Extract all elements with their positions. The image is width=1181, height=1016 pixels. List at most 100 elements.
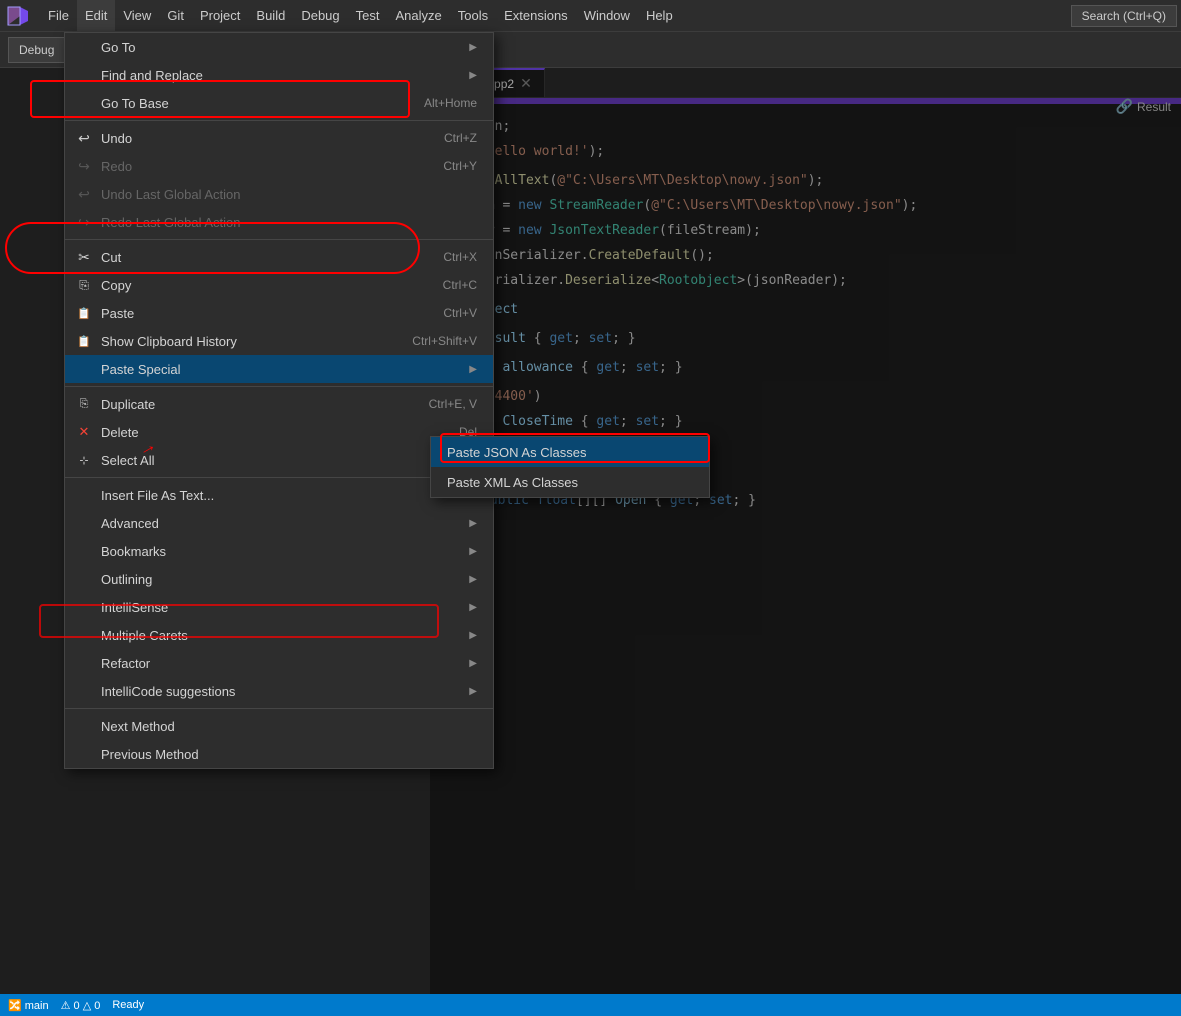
menu-multiple-carets[interactable]: Multiple Carets ▶ [65,621,493,649]
goto-icon [75,38,93,56]
menu-undo[interactable]: ↩ Undo Ctrl+Z [65,124,493,152]
menu-file[interactable]: File [40,0,77,31]
paste-special-submenu: Paste JSON As Classes Paste XML As Class… [430,436,710,498]
menu-intellisense[interactable]: IntelliSense ▶ [65,593,493,621]
duplicate-icon: ⎘ [75,395,93,413]
paste-shortcut: Ctrl+V [443,306,477,320]
menu-next-method[interactable]: Next Method [65,712,493,740]
paste-icon: 📋 [75,304,93,322]
menu-test[interactable]: Test [348,0,388,31]
copy-icon: ⎘ [75,276,93,294]
advanced-icon [75,514,93,532]
advanced-label: Advanced [101,516,453,531]
cut-label: Cut [101,250,435,265]
menu-paste-special[interactable]: Paste Special ▶ [65,355,493,383]
menu-redo-global[interactable]: ↪ Redo Last Global Action [65,208,493,236]
duplicate-label: Duplicate [101,397,421,412]
menu-advanced[interactable]: Advanced ▶ [65,509,493,537]
redo-icon: ↪ [75,157,93,175]
menu-git[interactable]: Git [159,0,192,31]
menu-bar: File Edit View Git Project Build Debug T… [0,0,1181,32]
app-logo [4,2,32,30]
sep-2 [65,239,493,240]
menu-extensions[interactable]: Extensions [496,0,576,31]
select-all-icon: ⊹ [75,451,93,469]
copy-label: Copy [101,278,435,293]
undo-global-label: Undo Last Global Action [101,187,477,202]
advanced-arrow-icon: ▶ [469,518,477,529]
menu-delete[interactable]: ✕ Delete Del [65,418,493,446]
intellisense-label: IntelliSense [101,600,453,615]
next-method-label: Next Method [101,719,477,734]
menu-find-replace[interactable]: Find and Replace ▶ [65,61,493,89]
intellicode-arrow-icon: ▶ [469,686,477,697]
copy-shortcut: Ctrl+C [443,278,477,292]
menu-project[interactable]: Project [192,0,248,31]
menu-outlining[interactable]: Outlining ▶ [65,565,493,593]
menu-analyze[interactable]: Analyze [387,0,449,31]
goto-arrow-icon: ▶ [469,42,477,53]
menu-paste[interactable]: 📋 Paste Ctrl+V [65,299,493,327]
intellicode-icon [75,682,93,700]
refactor-label: Refactor [101,656,453,671]
paste-special-icon [75,360,93,378]
redo-global-icon: ↪ [75,213,93,231]
outlining-arrow-icon: ▶ [469,574,477,585]
undo-label: Undo [101,131,436,146]
clipboard-label: Show Clipboard History [101,334,404,349]
paste-special-label: Paste Special [101,362,453,377]
menu-intellicode[interactable]: IntelliCode suggestions ▶ [65,677,493,705]
insert-file-icon [75,486,93,504]
sep-5 [65,708,493,709]
global-search[interactable]: Search (Ctrl+Q) [1071,5,1177,27]
menu-goto[interactable]: Go To ▶ [65,33,493,61]
status-ready: Ready [112,999,144,1011]
menu-refactor[interactable]: Refactor ▶ [65,649,493,677]
bookmarks-label: Bookmarks [101,544,453,559]
next-method-icon [75,717,93,735]
intellisense-icon [75,598,93,616]
paste-json-label: Paste JSON As Classes [447,445,586,460]
menu-undo-global[interactable]: ↩ Undo Last Global Action [65,180,493,208]
redo-label: Redo [101,159,435,174]
menu-insert-file[interactable]: Insert File As Text... [65,481,493,509]
refactor-arrow-icon: ▶ [469,658,477,669]
status-errors: ⚠ 0 △ 0 [61,999,101,1012]
menu-tools[interactable]: Tools [450,0,496,31]
paste-json-item[interactable]: Paste JSON As Classes [431,437,709,467]
undo-icon: ↩ [75,129,93,147]
duplicate-shortcut: Ctrl+E, V [429,397,477,411]
menu-build[interactable]: Build [248,0,293,31]
cut-shortcut: Ctrl+X [443,250,477,264]
paste-label: Paste [101,306,435,321]
menu-duplicate[interactable]: ⎘ Duplicate Ctrl+E, V [65,390,493,418]
menu-edit[interactable]: Edit [77,0,115,31]
goto-base-label: Go To Base [101,96,416,111]
menu-goto-base[interactable]: Go To Base Alt+Home [65,89,493,117]
goto-base-shortcut: Alt+Home [424,96,477,110]
edit-dropdown-menu: Go To ▶ Find and Replace ▶ Go To Base Al… [64,32,494,769]
status-branch: 🔀 main [8,999,49,1012]
paste-xml-item[interactable]: Paste XML As Classes [431,467,709,497]
undo-global-icon: ↩ [75,185,93,203]
menu-redo[interactable]: ↪ Redo Ctrl+Y [65,152,493,180]
delete-icon: ✕ [75,423,93,441]
redo-shortcut: Ctrl+Y [443,159,477,173]
menu-window[interactable]: Window [576,0,638,31]
menu-prev-method[interactable]: Previous Method [65,740,493,768]
menu-help[interactable]: Help [638,0,681,31]
menu-debug[interactable]: Debug [293,0,347,31]
intellisense-arrow-icon: ▶ [469,602,477,613]
outlining-label: Outlining [101,572,453,587]
bookmarks-icon [75,542,93,560]
insert-file-label: Insert File As Text... [101,488,477,503]
find-replace-label: Find and Replace [101,68,453,83]
bookmarks-arrow-icon: ▶ [469,546,477,557]
goto-base-icon [75,94,93,112]
menu-cut[interactable]: ✂ Cut Ctrl+X [65,243,493,271]
menu-clipboard-history[interactable]: 📋 Show Clipboard History Ctrl+Shift+V [65,327,493,355]
menu-copy[interactable]: ⎘ Copy Ctrl+C [65,271,493,299]
menu-select-all[interactable]: ⊹ Select All Ctrl+A [65,446,493,474]
menu-view[interactable]: View [115,0,159,31]
menu-bookmarks[interactable]: Bookmarks ▶ [65,537,493,565]
